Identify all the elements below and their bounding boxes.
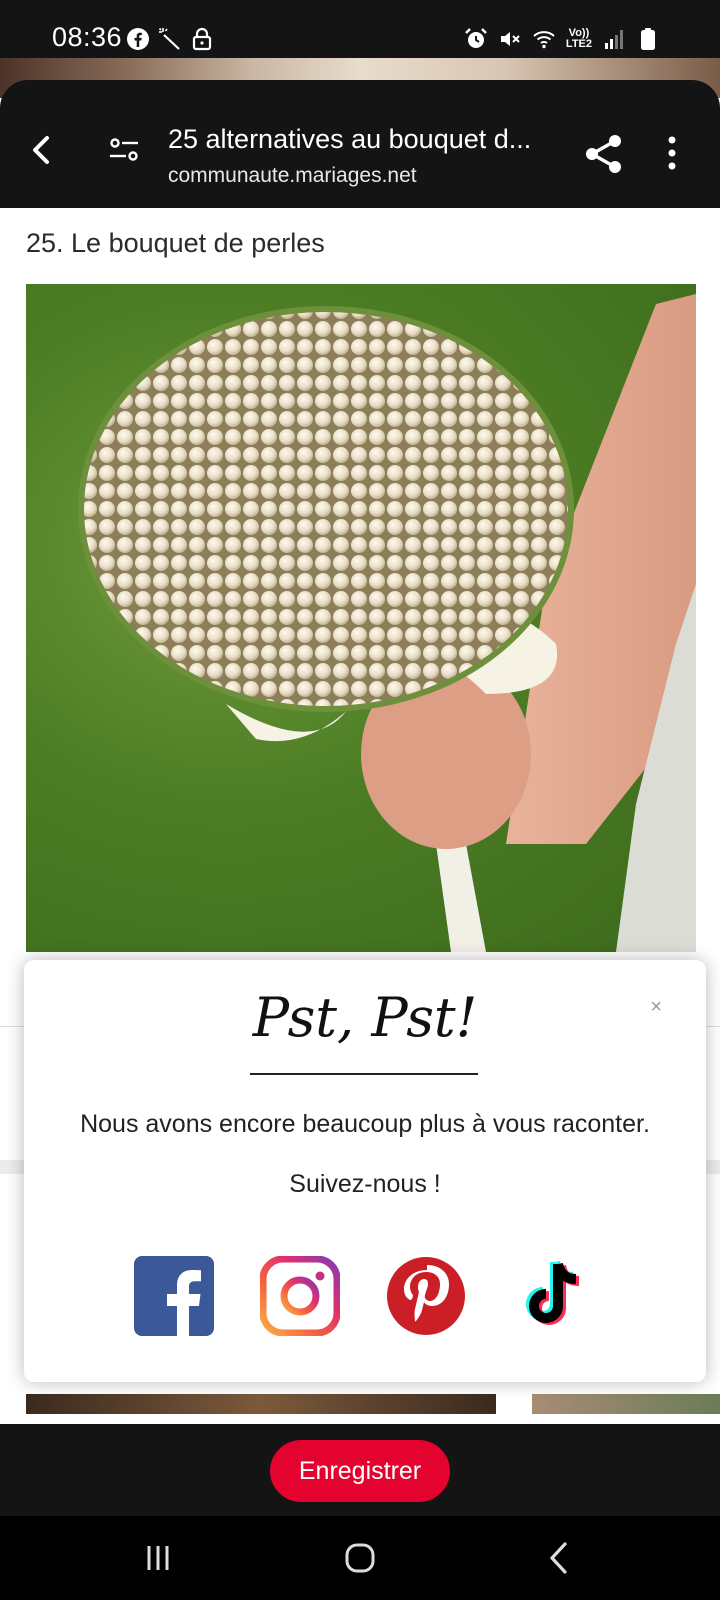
- pinterest-link[interactable]: [386, 1256, 466, 1336]
- lock-icon: [192, 27, 212, 51]
- follow-label: Suivez-nous !: [289, 1170, 441, 1198]
- signal-icon: [605, 30, 623, 49]
- follow-us-popup: × Pst, Pst! Nous avons encore beaucoup p…: [24, 960, 706, 1382]
- pearl-bouquet-photo: [26, 284, 696, 952]
- facebook-link[interactable]: [134, 1256, 214, 1336]
- save-button[interactable]: Enregistrer: [270, 1440, 450, 1502]
- back-arrow-icon[interactable]: [22, 130, 62, 170]
- tiktok-icon: [526, 1260, 580, 1325]
- social-links: [134, 1256, 614, 1336]
- recents-icon[interactable]: [138, 1538, 178, 1578]
- browser-toolbar: 25 alternatives au bouquet d... communau…: [0, 80, 720, 208]
- bottom-action-bar: Enregistrer: [0, 1424, 720, 1516]
- status-time: 08:36: [52, 22, 123, 52]
- title-underline: [250, 1073, 478, 1075]
- facebook-icon: [134, 1256, 214, 1336]
- magic-wand-icon: [158, 27, 180, 50]
- instagram-icon: [260, 1256, 340, 1336]
- mute-icon: [500, 32, 520, 46]
- popup-title: Pst, Pst!: [252, 986, 478, 1049]
- home-icon[interactable]: [340, 1538, 380, 1578]
- volte-icon: Vo)) LTE2: [566, 28, 592, 50]
- battery-icon: [641, 28, 655, 50]
- back-icon[interactable]: [540, 1538, 580, 1578]
- facebook-icon: [127, 28, 149, 50]
- page-title[interactable]: 25 alternatives au bouquet d...: [168, 124, 568, 155]
- page-settings-icon[interactable]: [106, 132, 142, 168]
- share-icon[interactable]: [582, 132, 626, 176]
- more-vertical-icon[interactable]: [664, 134, 680, 174]
- alarm-icon: [465, 28, 487, 48]
- tiktok-link[interactable]: [512, 1256, 592, 1336]
- popup-message: Nous avons encore beaucoup plus à vous r…: [80, 1110, 650, 1138]
- wifi-icon: [533, 31, 555, 49]
- item-heading: 25. Le bouquet de perles: [26, 228, 325, 258]
- page-url[interactable]: communaute.mariages.net: [168, 164, 548, 188]
- next-item-thumbnail[interactable]: [26, 1394, 496, 1414]
- next-item-thumbnail-2[interactable]: [532, 1394, 720, 1414]
- volte-line2: LTE2: [565, 38, 592, 50]
- status-bar: 08:36 Vo)) LTE2: [0, 0, 720, 60]
- pinterest-icon: [387, 1257, 465, 1335]
- system-nav-bar: [0, 1516, 720, 1600]
- instagram-link[interactable]: [260, 1256, 340, 1336]
